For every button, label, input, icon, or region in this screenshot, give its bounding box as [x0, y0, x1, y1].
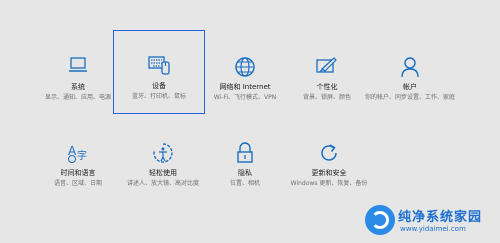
- person-icon: [401, 57, 419, 78]
- tile-devices-desc: 蓝牙、打印机、鼠标: [131, 93, 186, 100]
- svg-text:字: 字: [77, 149, 87, 162]
- tile-time-language-title: 时间和语言: [60, 169, 96, 177]
- keyboard-device-icon: [148, 56, 170, 75]
- tile-time-language-desc: 语音、区域、日期: [53, 180, 102, 187]
- tile-system-desc: 显示、通知、应用、电源: [44, 94, 111, 101]
- tile-network-desc: Wi-Fi、飞行模式、VPN: [213, 94, 277, 101]
- tile-ease-of-access[interactable]: 轻松使用 讲述人、放大镜、高对比度: [117, 118, 209, 202]
- tile-ease-of-access-desc: 讲述人、放大镜、高对比度: [126, 180, 199, 187]
- tile-update-security-desc: Windows 更新、恢复、备份: [290, 180, 368, 187]
- tile-personalization-title: 个性化: [316, 83, 338, 91]
- tile-devices[interactable]: 设备 蓝牙、打印机、鼠标: [113, 30, 205, 114]
- watermark-logo-icon: [365, 205, 395, 235]
- watermark-title: 纯净系统家园: [398, 210, 483, 225]
- refresh-icon: [321, 144, 337, 161]
- globe-icon: [235, 57, 255, 77]
- tile-system-title: 系统: [71, 83, 85, 91]
- tile-personalization[interactable]: 个性化 背景、锁屏、颜色: [281, 32, 373, 116]
- tile-ease-of-access-title: 轻松使用: [149, 169, 177, 177]
- tile-privacy-title: 隐私: [238, 169, 252, 177]
- paint-brush-icon: [316, 57, 337, 73]
- tile-privacy[interactable]: 隐私 位置、相机: [199, 118, 291, 202]
- lock-icon: [237, 142, 253, 163]
- watermark: 纯净系统家园 www.yidaimei.com: [358, 200, 500, 243]
- tile-update-security-title: 更新和安全: [311, 169, 347, 177]
- tile-update-security[interactable]: 更新和安全 Windows 更新、恢复、备份: [283, 118, 375, 202]
- tile-network[interactable]: 网络和 Internet Wi-Fi、飞行模式、VPN: [199, 32, 291, 116]
- tile-personalization-desc: 背景、锁屏、颜色: [302, 94, 351, 101]
- ease-of-access-icon: [153, 143, 173, 163]
- tile-network-title: 网络和 Internet: [219, 83, 271, 91]
- laptop-icon: [69, 57, 87, 72]
- tile-accounts-title: 帐户: [403, 83, 417, 91]
- watermark-url: www.yidaimei.com: [400, 225, 466, 233]
- tile-time-language[interactable]: A 字 时间和语言 语音、区域、日期: [32, 118, 124, 202]
- tile-accounts-desc: 你的帐户、同步设置、工作、家庭: [364, 94, 455, 101]
- time-language-icon: A 字: [68, 144, 87, 163]
- tile-devices-title: 设备: [152, 82, 166, 90]
- tile-accounts[interactable]: 帐户 你的帐户、同步设置、工作、家庭: [364, 32, 456, 116]
- tile-system[interactable]: 系统 显示、通知、应用、电源: [32, 32, 124, 116]
- tile-privacy-desc: 位置、相机: [229, 180, 260, 187]
